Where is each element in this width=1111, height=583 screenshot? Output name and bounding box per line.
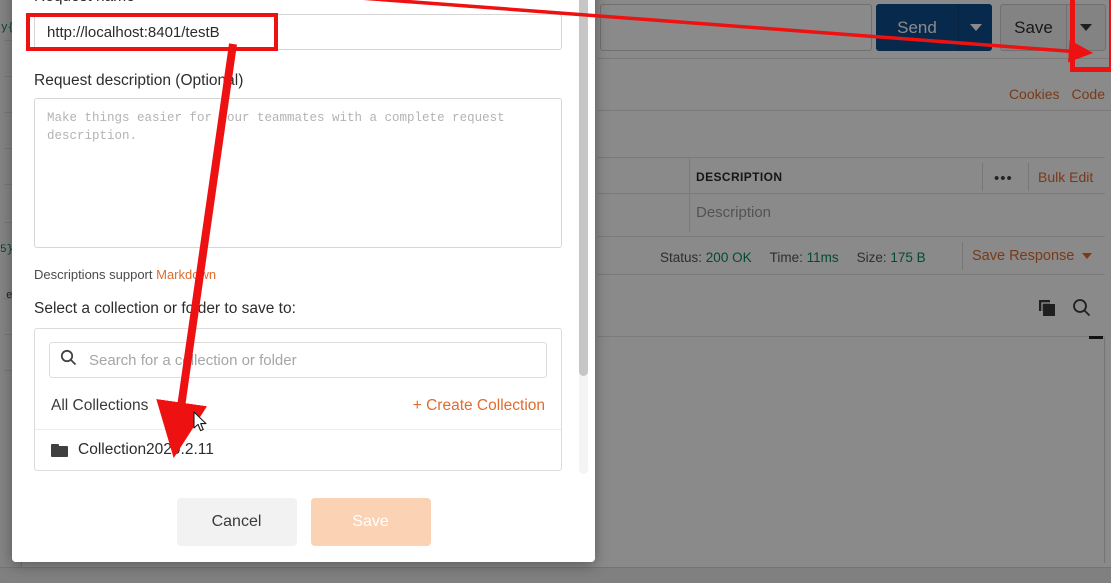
select-collection-label: Select a collection or folder to save to…: [34, 300, 296, 317]
all-collections-label: All Collections: [51, 397, 149, 414]
collection-picker: All Collections + Create Collection Coll…: [34, 328, 562, 471]
collection-search-input[interactable]: [87, 350, 536, 370]
request-name-input[interactable]: [34, 14, 562, 50]
markdown-link[interactable]: Markdown: [156, 267, 216, 282]
request-description-label: Request description (Optional): [34, 72, 244, 89]
modal-scrollbar-thumb[interactable]: [579, 0, 588, 376]
collection-list-item[interactable]: Collection2020.2.11: [35, 429, 561, 470]
screen-root: y{ 5} e Send Save Cookies Code DESCRIPTI…: [0, 0, 1111, 583]
save-request-modal: Request name Request description (Option…: [12, 0, 595, 562]
request-name-label: Request name: [34, 0, 573, 6]
request-description-textarea[interactable]: [34, 98, 562, 248]
save-button[interactable]: Save: [310, 498, 431, 546]
create-collection-button[interactable]: + Create Collection: [413, 397, 545, 415]
folder-icon: [51, 443, 68, 457]
modal-footer: Cancel Save: [12, 482, 595, 562]
cancel-button[interactable]: Cancel: [176, 498, 297, 546]
markdown-note: Descriptions support Markdown: [34, 267, 573, 282]
search-icon: [60, 349, 77, 371]
collection-name: Collection2020.2.11: [78, 441, 214, 458]
collection-search-box[interactable]: [49, 342, 547, 378]
markdown-note-text: Descriptions support: [34, 267, 157, 282]
collection-picker-header: All Collections + Create Collection: [35, 391, 561, 429]
modal-body: Request name Request description (Option…: [12, 0, 595, 482]
